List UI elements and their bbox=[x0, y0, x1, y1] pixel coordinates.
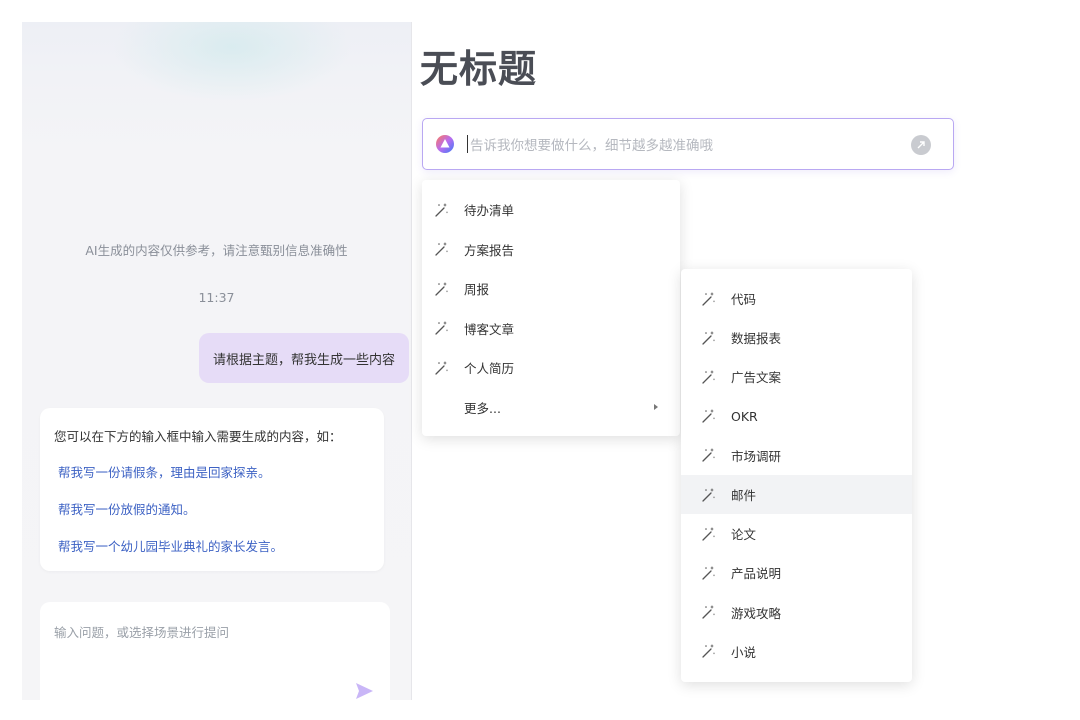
menu-item-label: 更多... bbox=[464, 400, 501, 416]
send-icon[interactable] bbox=[354, 682, 374, 700]
magic-wand-icon bbox=[702, 448, 715, 462]
submit-arrow-icon[interactable] bbox=[911, 135, 931, 155]
submenu-item-label: 数据报表 bbox=[731, 331, 782, 347]
submenu-item-game-guide[interactable]: 游戏攻略 bbox=[681, 593, 912, 632]
magic-wand-icon bbox=[435, 281, 448, 296]
magic-wand-icon bbox=[702, 291, 715, 306]
arrow-up-right-icon bbox=[917, 141, 925, 149]
submenu-item-email[interactable]: 邮件 bbox=[681, 474, 912, 515]
submenu-item-label: 游戏攻略 bbox=[731, 605, 782, 621]
ai-prompt-placeholder: 告诉我你想要做什么，细节越多越准确哦 bbox=[470, 138, 713, 154]
submenu-item-okr[interactable]: OKR bbox=[681, 397, 912, 436]
submenu-item-label: 邮件 bbox=[731, 488, 757, 504]
scenario-menu: 待办清单 方案报告 周报 博客文章 个人简历 更多... bbox=[422, 180, 680, 436]
user-message-text: 请根据主题，帮我生成一些内容 bbox=[212, 352, 395, 368]
menu-item-resume[interactable]: 个人简历 bbox=[422, 348, 680, 388]
submenu-item-label: OKR bbox=[731, 408, 758, 424]
text-caret bbox=[467, 135, 468, 153]
magic-wand-icon bbox=[702, 409, 715, 423]
submenu-item-market-research[interactable]: 市场调研 bbox=[681, 436, 912, 475]
suggestion-link[interactable]: 帮我写一份放假的通知。 bbox=[58, 499, 370, 518]
chat-input[interactable]: 输入问题，或选择场景进行提问 bbox=[40, 602, 390, 700]
submenu-item-data-report[interactable]: 数据报表 bbox=[681, 318, 912, 357]
submenu-item-label: 小说 bbox=[731, 644, 757, 660]
menu-item-label: 个人简历 bbox=[464, 361, 515, 377]
suggestion-link[interactable]: 帮我写一个幼儿园毕业典礼的家长发言。 bbox=[58, 536, 370, 555]
submenu-item-label: 论文 bbox=[731, 527, 757, 543]
submenu-item-code[interactable]: 代码 bbox=[681, 279, 912, 318]
ai-chat-panel: AI生成的内容仅供参考，请注意甄别信息准确性 11:37 请根据主题，帮我生成一… bbox=[22, 22, 412, 700]
menu-item-label: 博客文章 bbox=[464, 321, 515, 337]
submenu-item-label: 市场调研 bbox=[731, 448, 782, 464]
magic-wand-icon bbox=[702, 330, 715, 345]
ai-prompt-input[interactable]: 告诉我你想要做什么，细节越多越准确哦 bbox=[422, 118, 954, 170]
magic-wand-icon bbox=[702, 605, 715, 619]
submenu-item-novel[interactable]: 小说 bbox=[681, 632, 912, 671]
menu-item-weekly-report[interactable]: 周报 bbox=[422, 269, 680, 309]
submenu-item-label: 代码 bbox=[731, 292, 757, 308]
ai-response-intro: 您可以在下方的输入框中输入需要生成的内容，如： bbox=[54, 429, 342, 444]
menu-item-proposal-report[interactable]: 方案报告 bbox=[422, 230, 680, 270]
message-timestamp: 11:37 bbox=[198, 290, 235, 305]
app-root: AI生成的内容仅供参考，请注意甄别信息准确性 11:37 请根据主题，帮我生成一… bbox=[0, 0, 1080, 720]
chat-input-placeholder: 输入问题，或选择场景进行提问 bbox=[54, 625, 230, 640]
ai-response-card: 您可以在下方的输入框中输入需要生成的内容，如： 帮我写一份请假条，理由是回家探亲… bbox=[40, 408, 384, 571]
magic-wand-icon bbox=[702, 487, 715, 502]
magic-wand-icon bbox=[702, 369, 715, 384]
menu-item-label: 周报 bbox=[464, 282, 490, 298]
chevron-right-icon bbox=[654, 404, 658, 411]
suggestion-link[interactable]: 帮我写一份请假条，理由是回家探亲。 bbox=[58, 462, 370, 481]
magic-wand-icon bbox=[702, 526, 715, 541]
magic-wand-icon bbox=[702, 644, 715, 658]
ai-disclaimer: AI生成的内容仅供参考，请注意甄别信息准确性 bbox=[85, 243, 348, 258]
magic-wand-icon bbox=[702, 565, 715, 580]
more-submenu: 代码 数据报表 广告文案 OKR 市场调研 邮件 论文 产品说明 游戏攻略 小说 bbox=[681, 269, 912, 682]
page-title[interactable]: 无标题 bbox=[420, 38, 537, 93]
menu-item-todo-list[interactable]: 待办清单 bbox=[422, 190, 680, 230]
magic-wand-icon bbox=[435, 242, 448, 256]
magic-wand-icon bbox=[435, 360, 448, 375]
submenu-item-product-description[interactable]: 产品说明 bbox=[681, 553, 912, 592]
magic-wand-icon bbox=[435, 202, 448, 217]
magic-wand-icon bbox=[435, 321, 448, 335]
menu-item-label: 方案报告 bbox=[464, 242, 515, 258]
user-message-bubble: 请根据主题，帮我生成一些内容 bbox=[198, 333, 409, 383]
menu-item-more[interactable]: 更多... bbox=[422, 388, 680, 428]
menu-item-label: 待办清单 bbox=[464, 203, 515, 219]
submenu-item-label: 产品说明 bbox=[731, 566, 782, 582]
ai-assistant-logo-icon bbox=[436, 135, 454, 153]
submenu-item-label: 广告文案 bbox=[731, 370, 782, 386]
submenu-item-paper[interactable]: 论文 bbox=[681, 514, 912, 553]
menu-item-blog-post[interactable]: 博客文章 bbox=[422, 309, 680, 349]
submenu-item-ad-copy[interactable]: 广告文案 bbox=[681, 357, 912, 396]
